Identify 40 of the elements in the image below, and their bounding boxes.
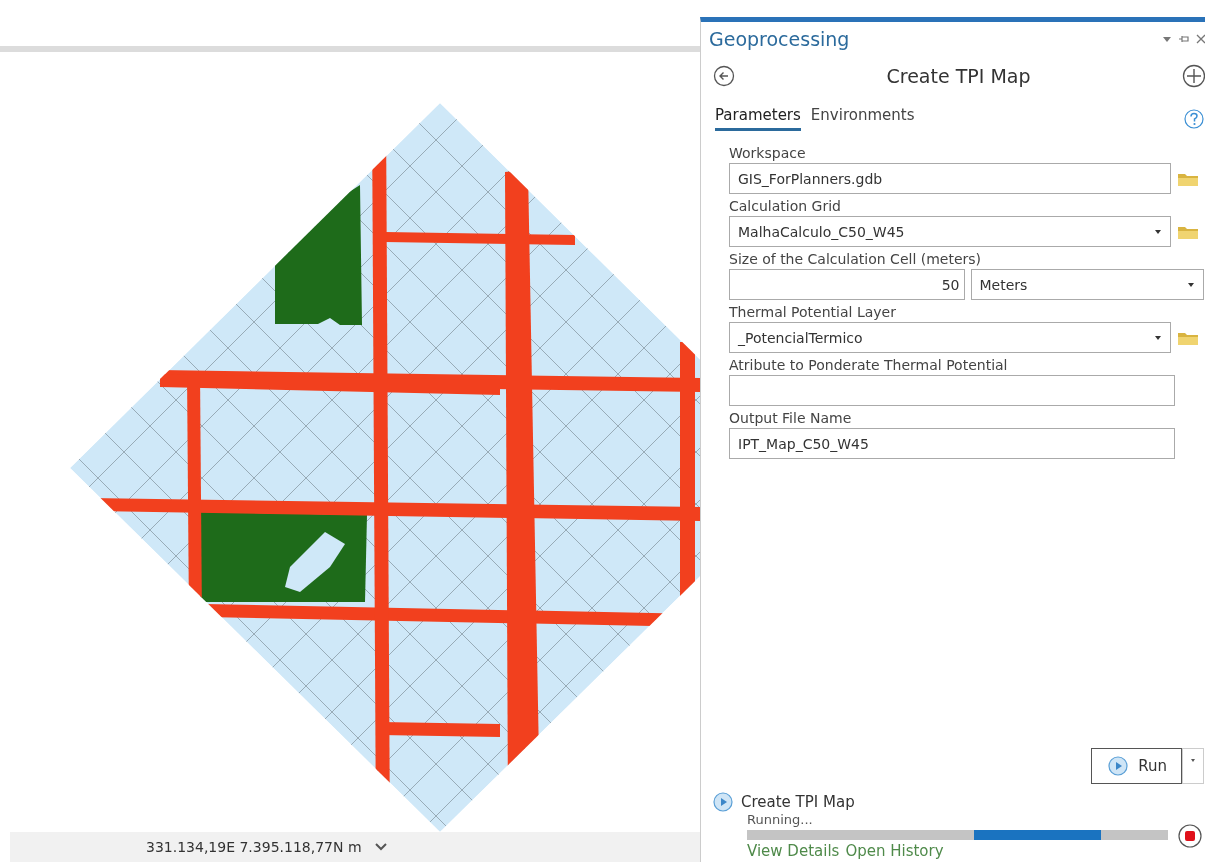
- caret-icon: [1187, 281, 1195, 288]
- run-label: Run: [1138, 757, 1167, 775]
- link[interactable]: View Details: [747, 842, 840, 860]
- unit-dropdown[interactable]: Meters: [970, 269, 1204, 300]
- job-status: Running...: [747, 812, 814, 827]
- field-label: Size of the Calculation Cell (meters): [729, 250, 983, 269]
- dropdown-value: MalhaCalculo_C50_W45: [738, 223, 905, 240]
- caret-icon: [1154, 228, 1162, 235]
- input-field[interactable]: IPT_Map_C50_W45: [729, 428, 1175, 459]
- tab[interactable]: Environments: [810, 106, 915, 131]
- field-label: Workspace: [729, 144, 807, 163]
- close-icon[interactable]: [1196, 34, 1205, 44]
- add-icon[interactable]: [1182, 64, 1205, 88]
- panel-title: Geoprocessing: [709, 28, 850, 50]
- play-icon: [1108, 756, 1129, 776]
- caret-icon: [1154, 334, 1162, 341]
- input-field[interactable]: [729, 375, 1175, 406]
- pin-icon[interactable]: [1178, 34, 1190, 44]
- coordinates-text: 331.134,19E 7.395.118,77N m: [146, 839, 362, 855]
- job-name: Create TPI Map: [741, 793, 855, 811]
- dropdown-value: Meters: [979, 276, 1028, 293]
- field-label: Thermal Potential Layer: [729, 303, 897, 322]
- link[interactable]: Open History: [845, 842, 944, 860]
- chevron-down-icon[interactable]: [373, 842, 388, 852]
- dropdown-value: _PotencialTermico: [738, 329, 863, 346]
- input-field[interactable]: GIS_ForPlanners.gdb: [729, 163, 1171, 194]
- dropdown-icon[interactable]: [1162, 35, 1172, 43]
- dropdown-field[interactable]: MalhaCalculo_C50_W45: [729, 216, 1171, 247]
- field-label: Output File Name: [729, 409, 853, 428]
- tool-title: Create TPI Map: [885, 65, 1032, 87]
- run-button[interactable]: Run: [1091, 748, 1182, 784]
- dropdown-field[interactable]: _PotencialTermico: [729, 322, 1171, 353]
- tab[interactable]: Parameters: [715, 106, 801, 131]
- back-icon[interactable]: [713, 65, 735, 87]
- number-field[interactable]: 50: [729, 269, 965, 300]
- stop-icon[interactable]: [1178, 824, 1202, 848]
- play-icon[interactable]: [713, 792, 733, 812]
- field-label: Calculation Grid: [729, 197, 842, 216]
- field-label: Atribute to Ponderate Thermal Potential: [729, 356, 1009, 375]
- help-icon[interactable]: [1184, 108, 1204, 129]
